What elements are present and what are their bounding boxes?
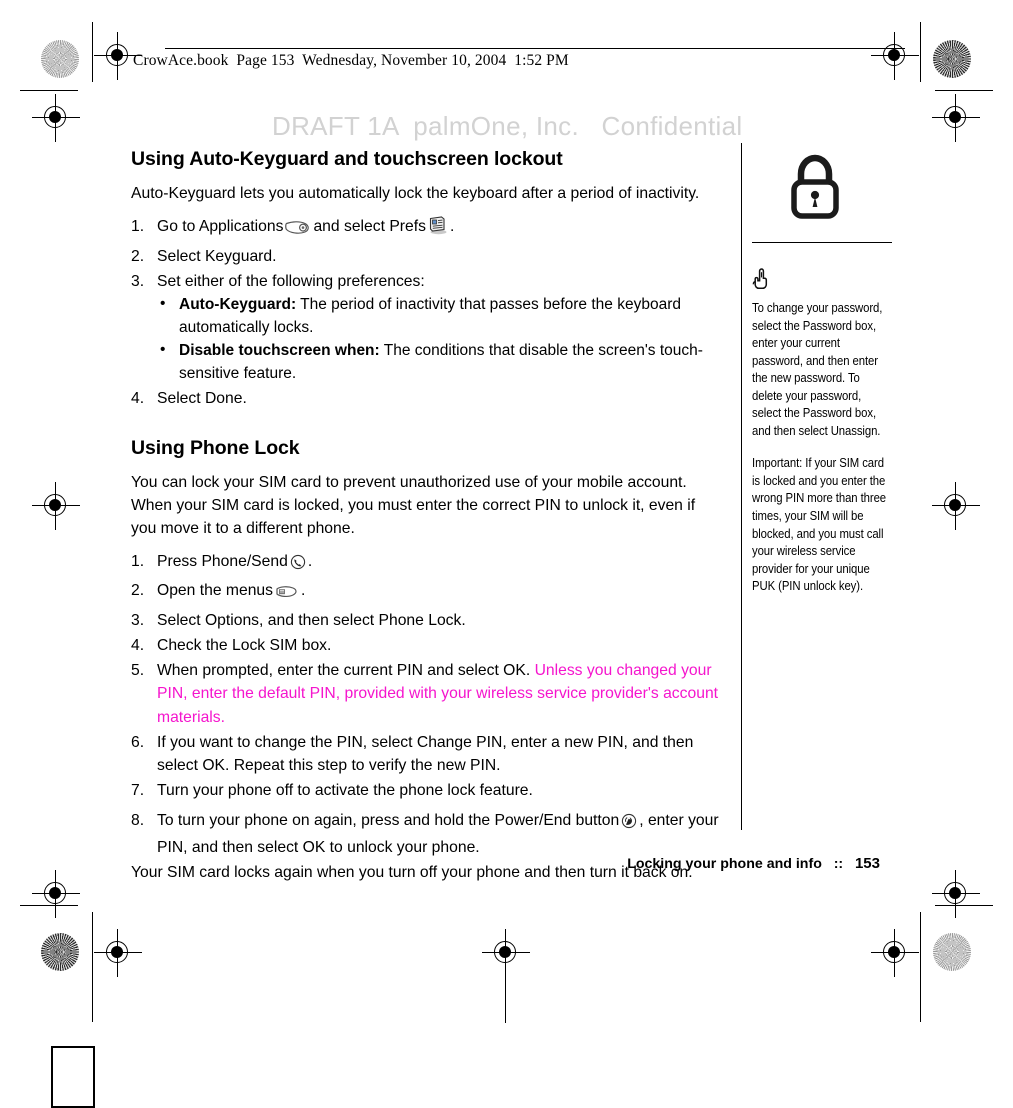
step-number: 4. (131, 636, 145, 654)
trim-rule-right-top-horizontal (935, 90, 993, 91)
section1-intro: Auto-Keyguard lets you automatically loc… (131, 185, 700, 203)
registration-target-top-left (94, 32, 142, 80)
step-text: To turn your phone on again, press and h… (157, 811, 620, 829)
trim-rule-bottom-left-vertical (92, 912, 93, 1022)
step-text-after: . (307, 553, 313, 571)
registration-target-left-middle (32, 482, 80, 530)
registration-target-top-right (871, 32, 919, 80)
trim-rule-left-bottom-horizontal (20, 905, 78, 906)
trim-rule-bottom-center-vertical (505, 933, 506, 1023)
registration-target-bottom-left (94, 929, 142, 977)
trim-rule-top-left-vertical (92, 22, 93, 82)
rosette-mark-bottom-left (41, 933, 79, 971)
step-text: Open the menus (157, 582, 273, 600)
step-text-after: . (301, 582, 306, 600)
document-page: CrowAce.book Page 153 Wednesday, Novembe… (0, 0, 1013, 1108)
registration-target-right-bottom (932, 870, 980, 918)
applications-stylus-icon (285, 219, 311, 242)
list-item: 2. Open the menus. (131, 579, 723, 606)
menu-icon (275, 583, 299, 606)
section1-substeps: • Auto-Keyguard: The period of inactivity… (157, 294, 723, 385)
list-item: 3. Set either of the following preference… (131, 270, 723, 385)
bullet-glyph: • (160, 340, 166, 358)
sidebar-tip-text: To change your password, select the Pass… (752, 300, 883, 438)
list-item: 5. When prompted, enter the current PIN a… (131, 659, 723, 729)
registration-target-right-middle (932, 482, 980, 530)
color-bar-box (51, 1046, 95, 1108)
registration-target-bottom-center (482, 929, 530, 977)
step-number: 8. (131, 811, 145, 829)
step-text-mid: and select Prefs (313, 218, 426, 236)
list-item: 4. Check the Lock SIM box. (131, 634, 723, 657)
section-title-phone-lock: Using Phone Lock (131, 436, 300, 459)
rosette-mark-top-left (41, 40, 79, 78)
step-text: Select Options, and then select Phone Lo… (157, 611, 466, 629)
step-text: Select Done. (157, 390, 247, 408)
sidebar-divider (741, 143, 742, 830)
section1-steps: 1. Go to Applications and select Prefs. 2.… (131, 215, 723, 410)
step-number: 1. (131, 218, 145, 236)
registration-target-bottom-right (871, 929, 919, 977)
section2-steps: 1. Press Phone/Send. 2. Open the menus. 3.… (131, 550, 723, 859)
page-number: 153 (854, 855, 880, 872)
phone-send-icon (290, 554, 306, 577)
step-number: 6. (131, 733, 145, 751)
step-number: 7. (131, 782, 145, 800)
power-end-icon (621, 813, 637, 836)
page-footer: Locking your phone and info :: 153 (0, 855, 880, 872)
list-item: 2. Select Keyguard. (131, 245, 723, 268)
trim-rule-top-right-vertical (920, 22, 921, 82)
sidebar-lock-divider (752, 242, 892, 243)
sidebar-tip-block: To change your password, select the Pass… (752, 266, 888, 595)
step-number: 2. (131, 582, 145, 600)
list-item: 4. Select Done. (131, 387, 723, 410)
list-item: 8. To turn your phone on again, press and… (131, 809, 723, 859)
step-text: Select Keyguard. (157, 247, 277, 265)
step-number: 4. (131, 390, 145, 408)
trim-rule-bottom-right-vertical (920, 912, 921, 1022)
section2-intro: You can lock your SIM card to prevent un… (131, 473, 696, 538)
rosette-mark-bottom-right (933, 933, 971, 971)
prefs-icon (428, 216, 448, 242)
rosette-mark-top-right (933, 40, 971, 78)
footer-label: Locking your phone and info :: (627, 856, 855, 872)
padlock-icon (785, 154, 845, 228)
step-text: Turn your phone off to activate the phon… (157, 782, 533, 800)
step-text: If you want to change the PIN, select Ch… (157, 733, 694, 775)
print-header-text: CrowAce.book Page 153 Wednesday, Novembe… (133, 52, 569, 69)
list-item: 1. Go to Applications and select Prefs. (131, 215, 723, 242)
draft-watermark: DRAFT 1A palmOne, Inc. Confidential (272, 111, 743, 141)
list-item: 1. Press Phone/Send. (131, 550, 723, 577)
sidebar-lock-graphic (752, 152, 878, 229)
step-text: Check the Lock SIM box. (157, 636, 332, 654)
section-title-auto-keyguard: Using Auto-Keyguard and touchscreen lock… (131, 148, 563, 170)
bullet-term: Auto-Keyguard: (179, 296, 297, 314)
step-text-after: . (449, 218, 455, 236)
step-text: When prompted, enter the current PIN and… (157, 662, 535, 680)
bullet-glyph: • (160, 295, 166, 313)
header-divider (165, 48, 905, 49)
step-text: Go to Applications (157, 218, 284, 236)
bullet-term: Disable touchscreen when: (179, 341, 380, 359)
list-item: 3. Select Options, and then select Phone … (131, 609, 723, 632)
step-text: Set either of the following preferences: (157, 272, 425, 290)
step-number: 1. (131, 553, 145, 571)
trim-rule-right-bottom-horizontal (935, 905, 993, 906)
step-number: 5. (131, 662, 145, 680)
registration-target-left-bottom (32, 870, 80, 918)
pointing-hand-tip-icon (752, 266, 888, 295)
list-item: 7. Turn your phone off to activate the ph… (131, 779, 723, 802)
step-number: 2. (131, 247, 145, 265)
main-content-column: Using Auto-Keyguard and touchscreen lock… (131, 148, 723, 884)
registration-target-left-top (32, 94, 80, 142)
list-item: 6. If you want to change the PIN, select … (131, 731, 723, 777)
step-number: 3. (131, 611, 145, 629)
sidebar-important-text: Important: If your SIM card is locked an… (752, 455, 887, 594)
list-item: • Disable touchscreen when: The condition… (157, 340, 723, 386)
registration-target-right-top (932, 94, 980, 142)
step-number: 3. (131, 272, 145, 290)
trim-rule-left-top-horizontal (20, 90, 78, 91)
step-text: Press Phone/Send (157, 553, 288, 571)
list-item: • Auto-Keyguard: The period of inactivity… (157, 294, 723, 340)
